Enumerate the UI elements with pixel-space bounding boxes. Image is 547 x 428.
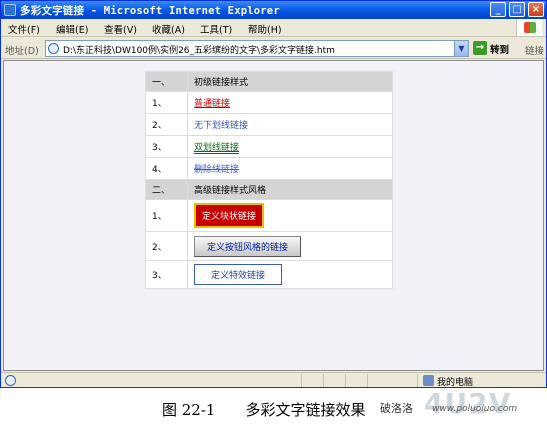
section-title: 高级链接样式风格 xyxy=(187,179,393,200)
link-styles-table: 一、 初级链接样式 1、 普通链接 2、 无下划线链接 3、 双划线链接 4、 … xyxy=(145,71,393,289)
menu-help[interactable]: 帮助(H) xyxy=(248,22,282,36)
status-divider xyxy=(301,374,302,387)
address-input[interactable]: D:\东正科技\DW100例\实例26_五彩缤纷的文字\多彩文字链接.htm xyxy=(63,43,335,56)
section-title: 初级链接样式 xyxy=(187,71,393,92)
row-number: 1、 xyxy=(145,199,188,232)
go-button[interactable]: → 转到 xyxy=(473,41,517,56)
computer-icon xyxy=(423,375,434,386)
title-bar[interactable]: 多彩文字链接 - Microsoft Internet Explorer _ □… xyxy=(1,1,546,19)
menu-view[interactable]: 查看(V) xyxy=(104,22,137,36)
page-icon xyxy=(48,43,59,54)
menu-file[interactable]: 文件(F) xyxy=(8,22,40,36)
address-bar: 地址(D) D:\东正科技\DW100例\实例26_五彩缤纷的文字\多彩文字链接… xyxy=(1,38,546,59)
no-underline-link[interactable]: 无下划线链接 xyxy=(194,121,248,131)
menu-tools[interactable]: 工具(T) xyxy=(200,22,232,36)
ie-window: 多彩文字链接 - Microsoft Internet Explorer _ □… xyxy=(0,0,547,388)
table-row: 3、 双划线链接 xyxy=(145,135,393,158)
page-viewport: 一、 初级链接样式 1、 普通链接 2、 无下划线链接 3、 双划线链接 4、 … xyxy=(3,60,544,371)
figure-caption: 图 22-1 多彩文字链接效果 xyxy=(162,401,366,419)
status-divider xyxy=(417,374,418,387)
strikethrough-link[interactable]: 删除线链接 xyxy=(194,165,239,175)
menu-edit[interactable]: 编辑(E) xyxy=(56,22,88,36)
watermark: 4U2V 破洛洛 www.poluoluo.com xyxy=(380,387,545,428)
windows-logo xyxy=(516,19,542,36)
table-row: 4、 删除线链接 xyxy=(145,157,393,180)
section-header-basic: 一、 初级链接样式 xyxy=(145,71,393,92)
go-label: 转到 xyxy=(490,45,510,56)
section-header-advanced: 二、 高级链接样式风格 xyxy=(145,179,393,200)
go-arrow-icon: → xyxy=(473,41,487,55)
table-row: 2、 定义按钮风格的链接 xyxy=(145,231,393,261)
watermark-url: www.poluoluo.com xyxy=(432,404,518,414)
address-label: 地址(D) xyxy=(5,46,39,57)
special-effect-link[interactable]: 定义特效链接 xyxy=(194,264,283,285)
block-link[interactable]: 定义块状链接 xyxy=(194,203,265,228)
maximize-button[interactable]: □ xyxy=(509,2,525,17)
table-row: 1、 定义块状链接 xyxy=(145,199,393,232)
status-divider xyxy=(345,374,346,387)
normal-link[interactable]: 普通链接 xyxy=(194,99,230,109)
row-number: 1、 xyxy=(145,91,188,114)
double-underline-link[interactable]: 双划线链接 xyxy=(194,143,239,153)
menu-favorites[interactable]: 收藏(A) xyxy=(152,22,185,36)
page-status-icon xyxy=(5,375,16,386)
address-dropdown-icon[interactable]: ▼ xyxy=(454,41,468,56)
menu-bar: 文件(F) 编辑(E) 查看(V) 收藏(A) 工具(T) 帮助(H) xyxy=(1,19,546,37)
button-style-link[interactable]: 定义按钮风格的链接 xyxy=(194,235,302,257)
section-number: 二、 xyxy=(145,179,188,200)
table-row: 2、 无下划线链接 xyxy=(145,113,393,136)
status-divider xyxy=(367,374,368,387)
section-number: 一、 xyxy=(145,71,188,92)
row-number: 2、 xyxy=(145,113,188,136)
row-number: 4、 xyxy=(145,157,188,180)
row-number: 2、 xyxy=(145,231,188,261)
status-divider xyxy=(323,374,324,387)
row-number: 3、 xyxy=(145,260,188,289)
ie-icon xyxy=(4,4,16,16)
watermark-site-name: 破洛洛 xyxy=(380,402,413,415)
links-button[interactable]: 链接 xyxy=(525,43,544,57)
table-row: 1、 普通链接 xyxy=(145,91,393,114)
table-row: 3、 定义特效链接 xyxy=(145,260,393,289)
row-number: 3、 xyxy=(145,135,188,158)
status-bar: 我的电脑 xyxy=(1,372,546,388)
close-button[interactable]: × xyxy=(528,2,544,17)
address-field[interactable]: D:\东正科技\DW100例\实例26_五彩缤纷的文字\多彩文字链接.htm ▼ xyxy=(45,40,469,57)
minimize-button[interactable]: _ xyxy=(490,2,506,17)
window-title: 多彩文字链接 - Microsoft Internet Explorer xyxy=(20,5,280,17)
windows-flag-icon xyxy=(524,22,536,33)
